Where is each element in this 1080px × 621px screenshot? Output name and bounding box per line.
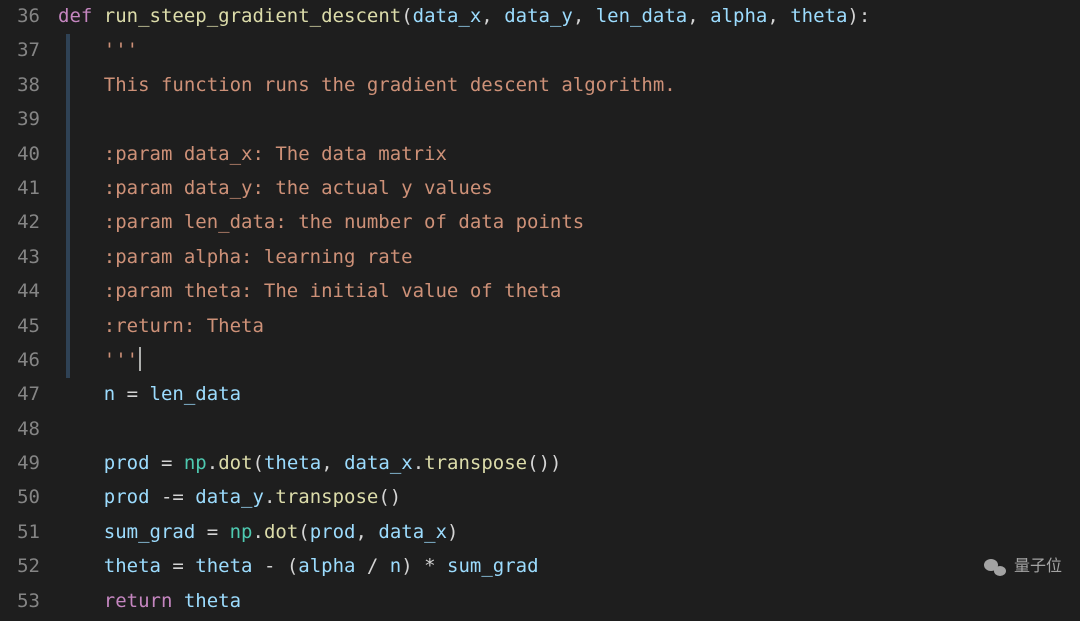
line-number: 46 xyxy=(0,344,40,378)
code-editor[interactable]: 36 37 38 39 40 41 42 43 44 45 46 47 48 4… xyxy=(0,0,1080,621)
variable: prod xyxy=(104,452,150,474)
line-number: 49 xyxy=(0,447,40,481)
docstring-close: ''' xyxy=(104,349,138,371)
watermark: 量子位 xyxy=(984,553,1062,581)
module: np xyxy=(230,521,253,543)
code-line[interactable]: ''' xyxy=(58,344,1080,378)
code-line[interactable]: def run_steep_gradient_descent(data_x, d… xyxy=(58,0,1080,34)
docstring-text: :param theta: The initial value of theta xyxy=(104,280,562,302)
variable: sum_grad xyxy=(447,555,539,577)
param: data_y xyxy=(504,5,573,27)
line-number: 45 xyxy=(0,310,40,344)
line-number-gutter: 36 37 38 39 40 41 42 43 44 45 46 47 48 4… xyxy=(0,0,54,621)
variable: prod xyxy=(310,521,356,543)
method: transpose xyxy=(424,452,527,474)
code-line[interactable]: :param len_data: the number of data poin… xyxy=(58,206,1080,240)
param: theta xyxy=(790,5,847,27)
docstring-text: This function runs the gradient descent … xyxy=(104,74,676,96)
code-line[interactable]: prod = np.dot(theta, data_x.transpose()) xyxy=(58,447,1080,481)
code-line[interactable]: sum_grad = np.dot(prod, data_x) xyxy=(58,516,1080,550)
code-line[interactable]: n = len_data xyxy=(58,378,1080,412)
line-number: 43 xyxy=(0,241,40,275)
docstring-open: ''' xyxy=(104,39,138,61)
code-line[interactable]: :param data_x: The data matrix xyxy=(58,138,1080,172)
code-line[interactable]: theta = theta - (alpha / n) * sum_grad xyxy=(58,550,1080,584)
code-line[interactable] xyxy=(58,413,1080,447)
docstring-text: :param data_y: the actual y values xyxy=(104,177,493,199)
code-line[interactable]: prod -= data_y.transpose() xyxy=(58,481,1080,515)
variable: sum_grad xyxy=(104,521,196,543)
param: alpha xyxy=(710,5,767,27)
docstring-text: :param len_data: the number of data poin… xyxy=(104,211,584,233)
text-cursor xyxy=(139,347,141,371)
code-line[interactable]: This function runs the gradient descent … xyxy=(58,69,1080,103)
code-line[interactable]: return theta xyxy=(58,585,1080,619)
function-name: run_steep_gradient_descent xyxy=(104,5,401,27)
line-number: 47 xyxy=(0,378,40,412)
variable: data_x xyxy=(378,521,447,543)
keyword-def: def xyxy=(58,5,92,27)
keyword-return: return xyxy=(104,590,173,612)
variable: theta xyxy=(104,555,161,577)
variable: theta xyxy=(195,555,252,577)
method: dot xyxy=(218,452,252,474)
line-number: 51 xyxy=(0,516,40,550)
docstring-text: :return: Theta xyxy=(104,315,264,337)
module: np xyxy=(184,452,207,474)
fold-indicator xyxy=(66,34,70,378)
line-number: 39 xyxy=(0,103,40,137)
variable: theta xyxy=(184,590,241,612)
line-number: 48 xyxy=(0,413,40,447)
variable: alpha xyxy=(298,555,355,577)
variable: n xyxy=(104,383,115,405)
docstring-text: :param data_x: The data matrix xyxy=(104,143,447,165)
param: data_x xyxy=(413,5,482,27)
line-number: 42 xyxy=(0,206,40,240)
line-number: 40 xyxy=(0,138,40,172)
code-line[interactable] xyxy=(58,103,1080,137)
variable: theta xyxy=(264,452,321,474)
variable: prod xyxy=(104,486,150,508)
code-area[interactable]: def run_steep_gradient_descent(data_x, d… xyxy=(54,0,1080,621)
line-number: 37 xyxy=(0,34,40,68)
line-number: 38 xyxy=(0,69,40,103)
line-number: 53 xyxy=(0,585,40,619)
line-number: 36 xyxy=(0,0,40,34)
line-number: 52 xyxy=(0,550,40,584)
code-line[interactable]: :return: Theta xyxy=(58,310,1080,344)
code-line[interactable]: :param theta: The initial value of theta xyxy=(58,275,1080,309)
method: dot xyxy=(264,521,298,543)
variable: data_y xyxy=(195,486,264,508)
code-line[interactable]: :param data_y: the actual y values xyxy=(58,172,1080,206)
variable: data_x xyxy=(344,452,413,474)
line-number: 41 xyxy=(0,172,40,206)
variable: len_data xyxy=(150,383,242,405)
line-number: 44 xyxy=(0,275,40,309)
param: len_data xyxy=(596,5,688,27)
code-line[interactable]: :param alpha: learning rate xyxy=(58,241,1080,275)
code-line[interactable]: ''' xyxy=(58,34,1080,68)
line-number: 50 xyxy=(0,481,40,515)
docstring-text: :param alpha: learning rate xyxy=(104,246,413,268)
method: transpose xyxy=(275,486,378,508)
wechat-icon xyxy=(984,558,1006,576)
variable: n xyxy=(390,555,401,577)
watermark-text: 量子位 xyxy=(1014,553,1062,581)
